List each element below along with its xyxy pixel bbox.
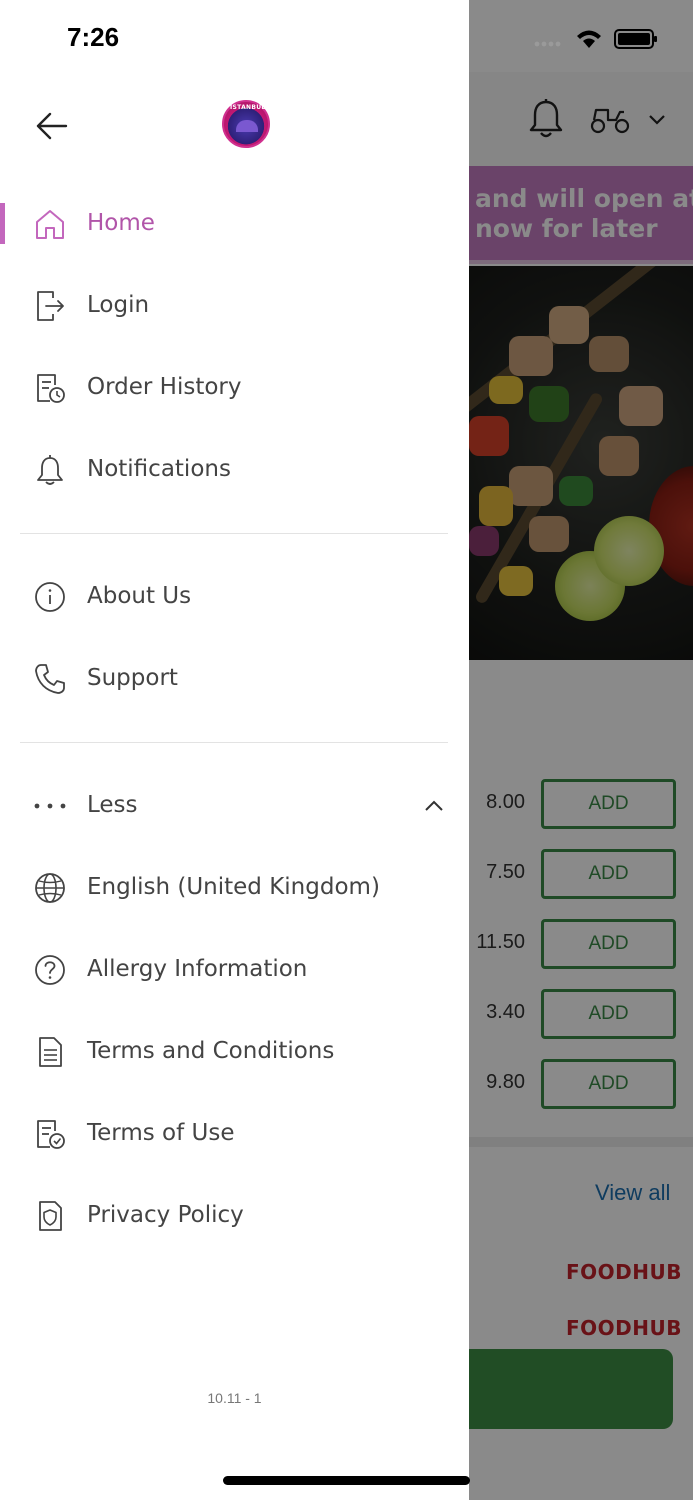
status-time: 7:26 [67, 22, 120, 52]
info-icon [35, 582, 65, 612]
menu-item-label: Terms of Use [87, 1120, 235, 1146]
menu-item-allergy-information[interactable]: Allergy Information [0, 939, 469, 999]
menu-item-label: Order History [87, 374, 242, 400]
app-version: 10.11 - 1 [207, 1390, 262, 1406]
phone-icon [35, 664, 65, 694]
more-dots-icon [34, 803, 66, 809]
menu-item-privacy-policy[interactable]: Privacy Policy [0, 1185, 469, 1245]
menu-item-support[interactable]: Support [0, 648, 469, 708]
menu-item-language[interactable]: English (United Kingdom) [0, 857, 469, 917]
bell-icon [37, 455, 63, 485]
chevron-up-icon[interactable] [422, 796, 446, 816]
home-indicator[interactable] [223, 1476, 470, 1485]
cellular-signal-icon [534, 41, 561, 47]
home-icon [36, 210, 64, 239]
menu-item-label: Notifications [87, 456, 231, 482]
menu-item-about-us[interactable]: About Us [0, 566, 469, 626]
question-icon [35, 955, 65, 985]
login-icon [37, 291, 64, 321]
menu-item-label: Home [87, 210, 155, 236]
order-history-icon [37, 374, 65, 403]
menu-item-label: English (United Kingdom) [87, 874, 380, 900]
menu-divider [20, 742, 448, 743]
menu-item-login[interactable]: Login [0, 275, 469, 335]
menu-item-order-history[interactable]: Order History [0, 357, 469, 417]
restaurant-logo: ISTANBUL [222, 100, 270, 148]
globe-icon [35, 873, 65, 903]
wifi-icon [577, 30, 601, 48]
menu-item-label: Login [87, 292, 150, 318]
menu-item-label: Less [87, 792, 138, 818]
back-arrow-icon[interactable] [30, 106, 74, 146]
document-icon [39, 1037, 62, 1067]
menu-item-notifications[interactable]: Notifications [0, 439, 469, 499]
menu-item-label: Support [87, 665, 178, 691]
status-icons [534, 29, 657, 49]
menu-item-label: Privacy Policy [87, 1202, 244, 1228]
document-check-icon [37, 1120, 65, 1149]
menu-item-label: Allergy Information [87, 956, 308, 982]
less-toggle[interactable]: Less [0, 775, 469, 835]
shield-icon [39, 1201, 62, 1231]
menu-item-terms-and-conditions[interactable]: Terms and Conditions [0, 1021, 469, 1081]
menu-item-label: Terms and Conditions [87, 1038, 335, 1064]
menu-divider [20, 533, 448, 534]
battery-icon [614, 29, 657, 49]
menu-item-terms-of-use[interactable]: Terms of Use [0, 1103, 469, 1163]
menu-item-label: About Us [87, 583, 192, 609]
navigation-drawer: 7:26 ISTANBUL Home Login Order History N… [0, 0, 469, 1500]
menu-item-home[interactable]: Home [0, 193, 469, 253]
